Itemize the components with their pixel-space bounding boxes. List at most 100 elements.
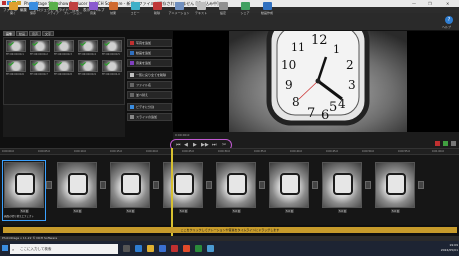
save-icon bbox=[28, 2, 38, 10]
check-icon bbox=[56, 62, 62, 66]
transition-icon[interactable] bbox=[418, 181, 424, 189]
export-button[interactable]: 動画作成 bbox=[256, 1, 278, 17]
photostage-taskbar-icon[interactable] bbox=[171, 245, 178, 252]
library-item[interactable]: TH 00:00:00.4 bbox=[78, 40, 100, 57]
open-button[interactable]: 開く bbox=[2, 1, 24, 17]
play-green-icon[interactable] bbox=[443, 141, 448, 146]
music-label: 音楽 bbox=[89, 11, 96, 15]
sort-label: 並べ替え bbox=[136, 93, 149, 97]
preview-time: 0:00:00.0 bbox=[175, 133, 190, 137]
timeline-clip[interactable] bbox=[57, 162, 97, 208]
add-video-button[interactable]: 動画を追加 bbox=[127, 49, 172, 57]
library-item[interactable]: TH 00:00:00.1 bbox=[6, 40, 28, 57]
chevron-down-icon bbox=[130, 93, 134, 97]
settings-button[interactable]: 設定 bbox=[212, 1, 234, 17]
audio-drop-banner[interactable]: ここをクリックしてナレーションや音楽をタイムラインにドラッグします bbox=[3, 227, 457, 233]
tab-text[interactable]: 文字 bbox=[42, 31, 55, 36]
export-icon bbox=[262, 2, 272, 10]
timeline-clip[interactable] bbox=[110, 162, 150, 208]
effects-button[interactable]: 効果 bbox=[102, 1, 124, 17]
help-label: ヘルプ bbox=[442, 25, 452, 29]
playhead[interactable] bbox=[171, 148, 173, 238]
record-icon[interactable] bbox=[435, 141, 440, 146]
copy-button[interactable]: コピー bbox=[124, 1, 146, 17]
add-photo-button[interactable]: 写真を追加 bbox=[127, 39, 172, 47]
check-icon bbox=[8, 42, 14, 46]
media-library: TH 00:00:00.1 TH 00:00:00.2 TH 00:00:00.… bbox=[3, 37, 125, 105]
windows-start-icon[interactable] bbox=[2, 245, 8, 251]
add-slide-button[interactable]: スライドの追加 bbox=[127, 113, 172, 121]
library-item[interactable]: TH 00:00:00.6 bbox=[6, 60, 28, 77]
animation-button[interactable]: アニメーション bbox=[168, 1, 190, 17]
transition-icon[interactable] bbox=[153, 181, 159, 189]
music-button[interactable]: 音楽 bbox=[82, 1, 104, 17]
share-button[interactable]: シェア bbox=[234, 1, 256, 17]
edge-icon[interactable] bbox=[135, 245, 142, 252]
delete-button[interactable]: 削除 bbox=[146, 1, 168, 17]
sort-dropdown[interactable]: 並べ替え bbox=[127, 91, 172, 99]
check-icon bbox=[104, 42, 110, 46]
transition-icon[interactable] bbox=[46, 181, 52, 189]
timeline-clip[interactable] bbox=[375, 162, 415, 208]
mail-icon[interactable] bbox=[207, 245, 214, 252]
tab-audio[interactable]: 音声 bbox=[29, 31, 42, 36]
save-toolbar-button[interactable]: 保存 bbox=[22, 1, 44, 17]
ruler-tick: 0:00:15.0 bbox=[110, 150, 123, 153]
check-icon bbox=[80, 62, 86, 66]
timeline-clip[interactable] bbox=[216, 162, 256, 208]
timeline-ruler[interactable]: 0:00:00.0 0:00:05.0 0:00:10.0 0:00:15.0 … bbox=[0, 148, 459, 155]
tab-videos[interactable]: 動画 bbox=[16, 31, 29, 36]
timeline-clip[interactable] bbox=[269, 162, 309, 208]
add-music-label: 音楽を追加 bbox=[136, 61, 152, 65]
library-item[interactable]: TH 00:00:00.7 bbox=[30, 60, 52, 77]
copy-icon bbox=[130, 2, 140, 10]
svg-text:10: 10 bbox=[281, 58, 296, 72]
app-icon[interactable] bbox=[195, 245, 202, 252]
split-video-button[interactable]: ビデオに分割 bbox=[127, 103, 172, 111]
tab-images[interactable]: 画像 bbox=[3, 31, 16, 36]
transition-icon[interactable] bbox=[312, 181, 318, 189]
clock-thumbnail bbox=[68, 173, 88, 195]
effects-label: 効果 bbox=[109, 11, 116, 15]
open-label: 開く bbox=[9, 11, 16, 15]
task-view-icon[interactable] bbox=[123, 245, 130, 252]
settings-label: 設定 bbox=[219, 11, 226, 15]
taskbar-clock[interactable]: 19:09 2024/05/01 bbox=[430, 243, 458, 255]
split-icon bbox=[130, 105, 134, 109]
transition-icon[interactable] bbox=[100, 181, 106, 189]
export-label: 動画作成 bbox=[260, 11, 273, 15]
fullscreen-icon[interactable] bbox=[451, 141, 456, 146]
clear-all-button[interactable]: 一覧に戻り全てを削除 bbox=[127, 71, 172, 79]
help-icon[interactable]: ? bbox=[445, 16, 453, 24]
clip-duration: 5.0 秒 bbox=[338, 209, 348, 213]
filename-dropdown[interactable]: ファイル名 bbox=[127, 81, 172, 89]
add-video-label: 動画を追加 bbox=[136, 51, 152, 55]
delete-label: 削除 bbox=[153, 11, 160, 15]
minimize-button[interactable]: — bbox=[412, 1, 416, 6]
library-item[interactable]: TH 00:00:00.5 bbox=[102, 40, 124, 57]
store-icon[interactable] bbox=[159, 245, 166, 252]
close-button[interactable]: ✕ bbox=[446, 1, 449, 6]
transition-icon[interactable] bbox=[259, 181, 265, 189]
chrome-icon[interactable] bbox=[183, 245, 190, 252]
library-item[interactable]: TH 00:00:00.3 bbox=[54, 40, 76, 57]
timeline-clip[interactable] bbox=[322, 162, 362, 208]
transition-icon[interactable] bbox=[365, 181, 371, 189]
add-music-button[interactable]: 音楽を追加 bbox=[127, 59, 172, 67]
maximize-button[interactable]: ❐ bbox=[428, 1, 432, 6]
timeline-clip[interactable] bbox=[163, 162, 203, 208]
transition-icon[interactable] bbox=[206, 181, 212, 189]
ruler-tick: 0:00:00.0 bbox=[2, 150, 15, 153]
library-item[interactable]: TH 00:00:00.8 bbox=[54, 60, 76, 77]
library-item[interactable]: TH 00:00:00.2 bbox=[30, 40, 52, 57]
library-item-caption: TH 00:00:00.2 bbox=[30, 53, 48, 56]
taskbar-search-input[interactable]: ここに入力して検索 bbox=[10, 244, 118, 254]
explorer-icon[interactable] bbox=[147, 245, 154, 252]
add-media-button[interactable]: メディア bbox=[42, 1, 64, 17]
narration-button[interactable]: ナレーション bbox=[62, 1, 84, 17]
text-button[interactable]: テキスト bbox=[190, 1, 212, 17]
library-item[interactable]: TH 00:00:01.0 bbox=[102, 60, 124, 77]
library-item[interactable]: TH 00:00:00.9 bbox=[78, 60, 100, 77]
clock-thumbnail bbox=[174, 173, 194, 195]
media-icon bbox=[48, 2, 58, 10]
